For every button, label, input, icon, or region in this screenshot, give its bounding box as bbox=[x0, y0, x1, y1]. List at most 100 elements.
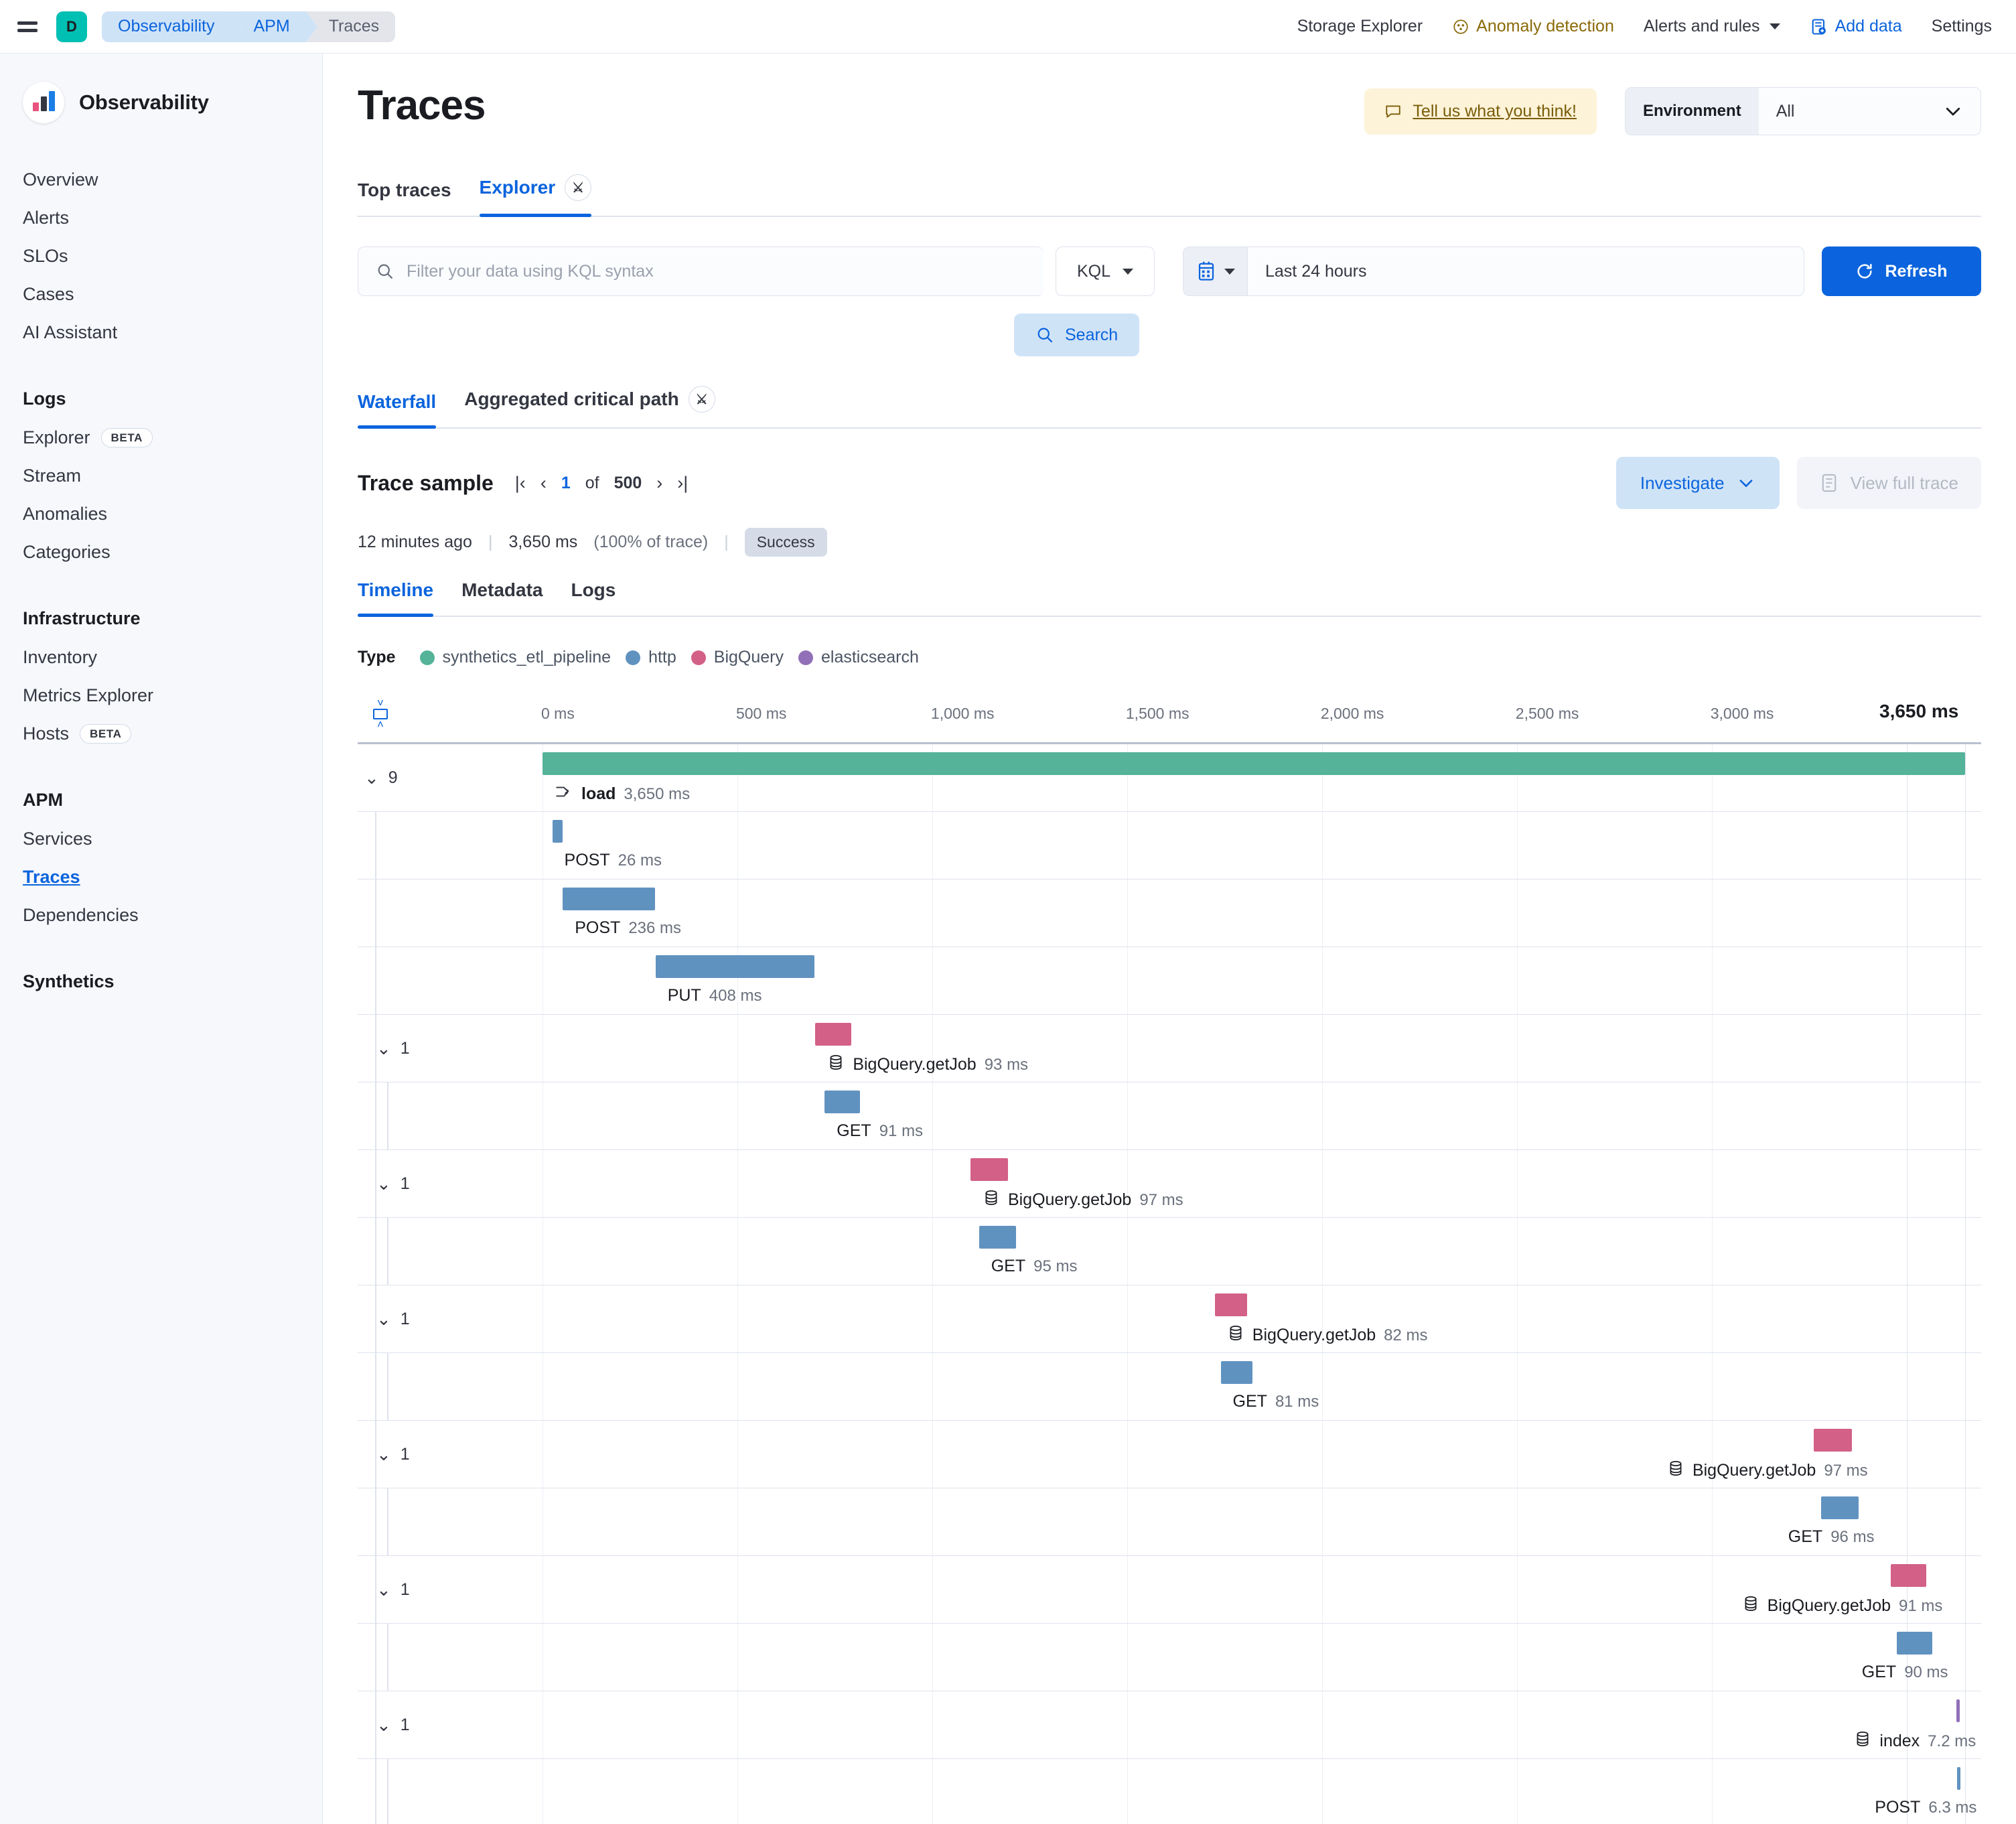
nav-storage-explorer-label: Storage Explorer bbox=[1297, 17, 1423, 36]
waterfall-row[interactable]: GET95 ms bbox=[358, 1218, 1981, 1285]
row-accordion-toggle[interactable]: ⌄1 bbox=[376, 1015, 410, 1082]
date-picker-group: Last 24 hours bbox=[1183, 247, 1804, 296]
row-accordion-toggle[interactable]: ⌄9 bbox=[364, 744, 398, 811]
row-accordion-toggle[interactable]: ⌄1 bbox=[376, 1150, 410, 1217]
menu-toggle-button[interactable] bbox=[17, 13, 44, 40]
span-bar[interactable] bbox=[815, 1023, 851, 1046]
sidebar-item-traces[interactable]: Traces bbox=[0, 858, 322, 896]
span-bar[interactable] bbox=[824, 1091, 860, 1113]
legend-item-bigquery: BigQuery bbox=[691, 648, 784, 667]
nav-settings[interactable]: Settings bbox=[1932, 17, 1992, 36]
span-bar[interactable] bbox=[543, 752, 1965, 775]
feedback-banner[interactable]: Tell us what you think! bbox=[1364, 88, 1597, 135]
sidebar-item-cases[interactable]: Cases bbox=[0, 275, 322, 313]
span-bar[interactable] bbox=[656, 955, 814, 978]
tab-logs[interactable]: Logs bbox=[571, 579, 616, 616]
sidebar-item-dependencies[interactable]: Dependencies bbox=[0, 896, 322, 934]
search-input[interactable]: Filter your data using KQL syntax bbox=[358, 247, 1043, 296]
view-full-trace-button[interactable]: View full trace bbox=[1797, 457, 1981, 509]
refresh-button[interactable]: Refresh bbox=[1822, 247, 1981, 296]
sidebar-item-alerts[interactable]: Alerts bbox=[0, 199, 322, 237]
sidebar-item-services[interactable]: Services bbox=[0, 820, 322, 858]
span-bar[interactable] bbox=[970, 1158, 1008, 1181]
breadcrumb-item-observability[interactable]: Observability bbox=[102, 11, 231, 42]
sidebar-item-hosts[interactable]: Hosts BETA bbox=[0, 715, 322, 753]
span-bar[interactable] bbox=[1215, 1293, 1247, 1316]
trace-sample-actions: Investigate View full trace bbox=[1616, 457, 1981, 509]
row-accordion-toggle[interactable]: ⌄1 bbox=[376, 1691, 410, 1758]
span-label: BigQuery.getJob82 ms bbox=[1227, 1324, 1428, 1346]
waterfall-row[interactable]: PUT408 ms bbox=[358, 947, 1981, 1015]
span-bar[interactable] bbox=[1821, 1496, 1859, 1519]
space-avatar[interactable]: D bbox=[56, 11, 87, 42]
row-accordion-toggle[interactable]: ⌄1 bbox=[376, 1556, 410, 1623]
collapse-all-toggle[interactable]: ˅ ˄ bbox=[368, 697, 392, 731]
tab-top-traces[interactable]: Top traces bbox=[358, 180, 451, 216]
tab-explorer[interactable]: Explorer ⚔ bbox=[480, 174, 592, 216]
waterfall-row[interactable]: POST6.3 ms bbox=[358, 1759, 1981, 1824]
database-icon bbox=[1667, 1460, 1684, 1482]
investigate-button[interactable]: Investigate bbox=[1616, 457, 1780, 509]
sidebar-item-stream[interactable]: Stream bbox=[0, 457, 322, 495]
sidebar-item-ai-assistant[interactable]: AI Assistant bbox=[0, 313, 322, 352]
row-accordion-toggle[interactable]: ⌄1 bbox=[376, 1285, 410, 1352]
sidebar-item-metrics-explorer[interactable]: Metrics Explorer bbox=[0, 677, 322, 715]
breadcrumb-item-traces[interactable]: Traces bbox=[306, 11, 395, 42]
span-bar[interactable] bbox=[979, 1226, 1016, 1249]
waterfall-row[interactable]: ⌄1BigQuery.getJob91 ms bbox=[358, 1556, 1981, 1624]
calendar-button[interactable] bbox=[1183, 247, 1247, 296]
waterfall-row[interactable]: GET91 ms bbox=[358, 1082, 1981, 1150]
prev-page-button[interactable]: ‹ bbox=[541, 473, 547, 494]
sidebar-item-logs-explorer[interactable]: Explorer BETA bbox=[0, 419, 322, 457]
time-range-value[interactable]: Last 24 hours bbox=[1247, 247, 1804, 296]
span-label: index7.2 ms bbox=[1854, 1730, 1976, 1752]
tab-aggregated-critical-path[interactable]: Aggregated critical path ⚔ bbox=[464, 386, 715, 427]
query-language-button[interactable]: KQL bbox=[1056, 247, 1155, 296]
waterfall-row[interactable]: GET96 ms bbox=[358, 1488, 1981, 1556]
waterfall-row[interactable]: GET81 ms bbox=[358, 1353, 1981, 1421]
chevron-down-icon: ⌄ bbox=[376, 1580, 391, 1600]
span-bar[interactable] bbox=[1891, 1564, 1926, 1587]
nav-add-data[interactable]: Add data bbox=[1810, 17, 1902, 36]
span-duration: 91 ms bbox=[879, 1122, 923, 1141]
search-button[interactable]: Search bbox=[1014, 313, 1139, 356]
span-bar[interactable] bbox=[1956, 1699, 1960, 1722]
span-bar[interactable] bbox=[563, 888, 654, 910]
sidebar-item-anomalies[interactable]: Anomalies bbox=[0, 495, 322, 533]
last-page-button[interactable]: ›| bbox=[677, 473, 688, 494]
waterfall-row[interactable]: ⌄1BigQuery.getJob97 ms bbox=[358, 1421, 1981, 1488]
sidebar-item-overview[interactable]: Overview bbox=[0, 161, 322, 199]
nav-alerts-and-rules[interactable]: Alerts and rules bbox=[1644, 17, 1780, 36]
sidebar-item-categories[interactable]: Categories bbox=[0, 533, 322, 571]
chevron-down-icon: ⌄ bbox=[376, 1174, 391, 1194]
waterfall-row[interactable]: ⌄1 BigQuery.getJob82 ms bbox=[358, 1285, 1981, 1353]
tab-metadata[interactable]: Metadata bbox=[461, 579, 543, 616]
tab-timeline[interactable]: Timeline bbox=[358, 579, 433, 616]
nav-storage-explorer[interactable]: Storage Explorer bbox=[1297, 17, 1423, 36]
chevron-down-icon: ⌄ bbox=[376, 1038, 391, 1059]
nav-anomaly-detection[interactable]: Anomaly detection bbox=[1452, 17, 1614, 36]
waterfall-row[interactable]: GET90 ms bbox=[358, 1624, 1981, 1691]
waterfall-row[interactable]: POST236 ms bbox=[358, 880, 1981, 947]
span-name: BigQuery.getJob bbox=[1693, 1461, 1816, 1480]
sidebar-item-slos[interactable]: SLOs bbox=[0, 237, 322, 275]
sidebar-item-inventory[interactable]: Inventory bbox=[0, 638, 322, 677]
span-bar[interactable] bbox=[1897, 1632, 1932, 1655]
environment-select[interactable]: Environment All bbox=[1625, 87, 1981, 135]
span-bar[interactable] bbox=[553, 820, 563, 843]
waterfall-row[interactable]: ⌄9load3,650 ms bbox=[358, 744, 1981, 812]
span-bar[interactable] bbox=[1221, 1361, 1252, 1384]
row-accordion-toggle[interactable]: ⌄1 bbox=[376, 1421, 410, 1488]
next-page-button[interactable]: › bbox=[656, 473, 662, 494]
waterfall-row[interactable]: ⌄1BigQuery.getJob93 ms bbox=[358, 1015, 1981, 1082]
span-bar[interactable] bbox=[1957, 1767, 1960, 1790]
waterfall-row[interactable]: POST26 ms bbox=[358, 812, 1981, 880]
indent-guide bbox=[375, 1082, 376, 1149]
waterfall-row[interactable]: ⌄1 index7.2 ms bbox=[358, 1691, 1981, 1759]
first-page-button[interactable]: |‹ bbox=[515, 473, 526, 494]
waterfall-row[interactable]: ⌄1BigQuery.getJob97 ms bbox=[358, 1150, 1981, 1218]
span-bar[interactable] bbox=[1814, 1429, 1851, 1452]
tab-waterfall[interactable]: Waterfall bbox=[358, 391, 436, 427]
span-name: BigQuery.getJob bbox=[1008, 1190, 1131, 1210]
child-count: 1 bbox=[401, 1580, 410, 1600]
